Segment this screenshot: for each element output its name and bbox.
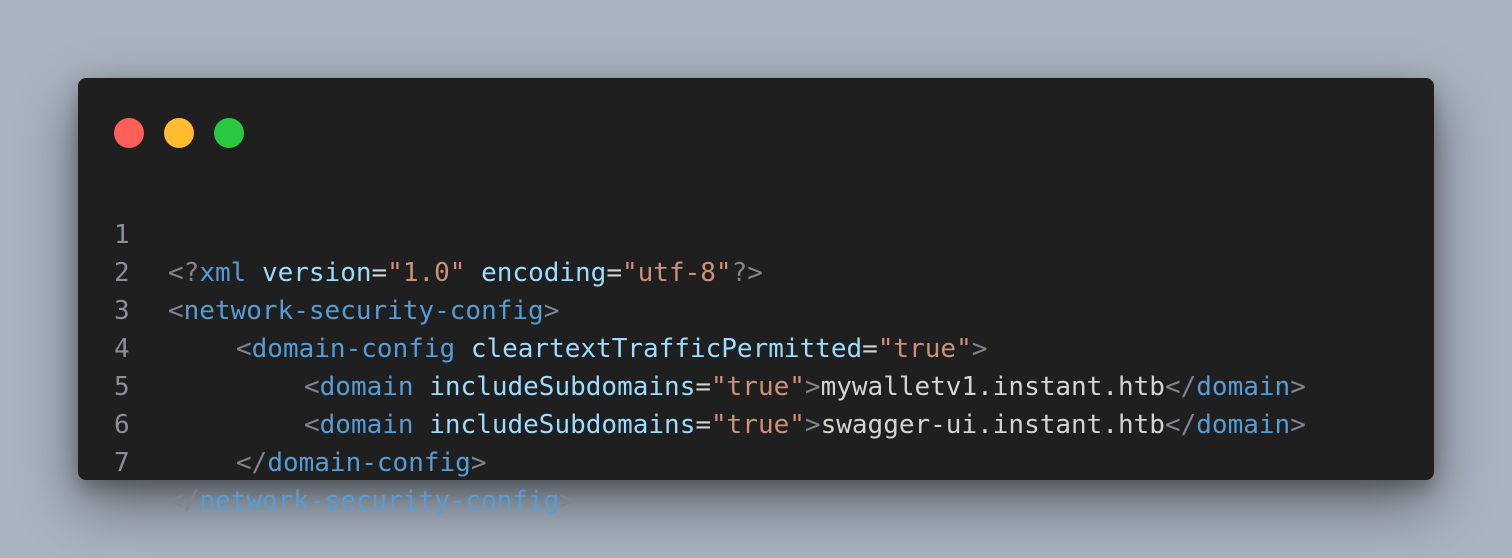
code-line: 5 <domain includeSubdomains="true">swagg… — [78, 330, 1434, 440]
closing-tag-open-bracket: </ — [168, 486, 200, 516]
tag-close-bracket: > — [559, 486, 575, 516]
code-block: 1 <?xml version="1.0" encoding="utf-8"?>… — [78, 178, 1434, 516]
code-line: 2 <network-security-config> — [78, 216, 1434, 326]
code-window: 1 <?xml version="1.0" encoding="utf-8"?>… — [78, 78, 1434, 516]
tag-name: network-security-config — [199, 486, 560, 516]
tag-name: domain-config — [267, 448, 471, 478]
minimize-window-button[interactable] — [164, 118, 194, 148]
tag-close-bracket: > — [470, 448, 487, 478]
code-line: 7 </network-security-config> — [78, 406, 1434, 516]
closing-tag-open-bracket: </ — [236, 448, 268, 478]
code-line: 4 <domain includeSubdomains="true">mywal… — [78, 292, 1434, 402]
code-line: 3 <domain-config cleartextTrafficPermitt… — [78, 254, 1434, 364]
close-window-button[interactable] — [114, 118, 144, 148]
code-line: 6 </domain-config> — [78, 368, 1434, 478]
maximize-window-button[interactable] — [214, 118, 244, 148]
line-content: </network-security-config> — [168, 482, 575, 520]
line-content: </domain-config> — [168, 444, 486, 482]
code-line: 1 <?xml version="1.0" encoding="utf-8"?> — [78, 178, 1434, 288]
line-number: 7 — [114, 448, 130, 478]
